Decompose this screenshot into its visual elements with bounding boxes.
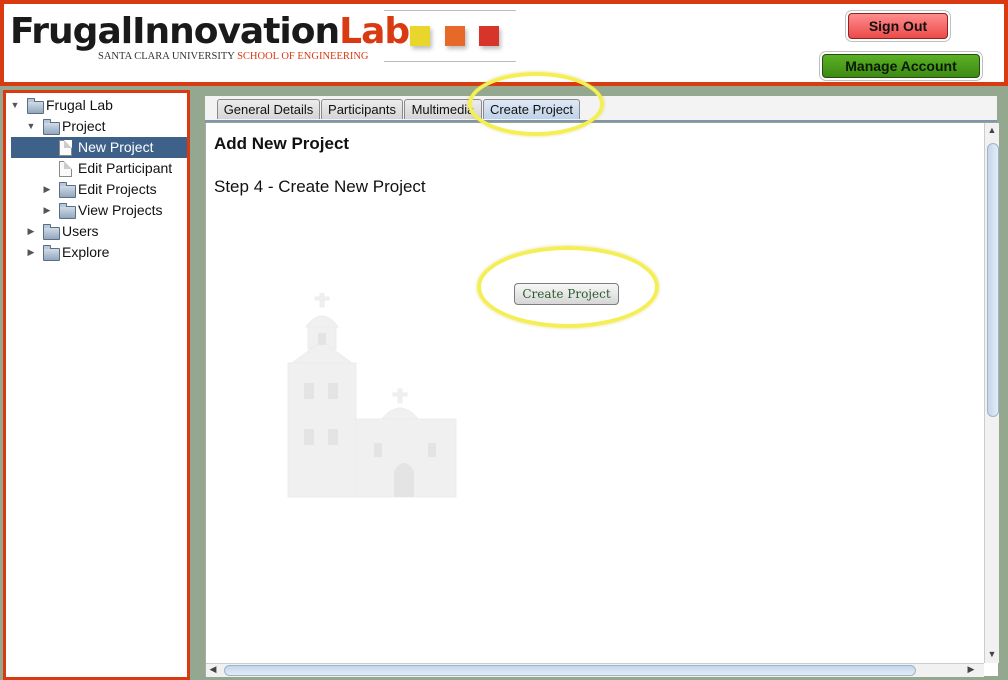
scroll-up-arrow-icon[interactable]: ▲ (985, 125, 999, 135)
folder-icon (27, 98, 44, 114)
page-title: Add New Project (214, 134, 350, 153)
color-swatches (384, 10, 516, 62)
tree-item-edit-participant[interactable]: Edit Participant (6, 158, 187, 179)
app-header: FrugalInnovationLab SANTA CLARA UNIVERSI… (0, 0, 1008, 86)
scroll-left-arrow-icon[interactable]: ◀ (206, 664, 220, 675)
folder-icon (43, 119, 60, 135)
tab-create-project[interactable]: Create Project (483, 99, 580, 119)
tree-item-label: Project (62, 118, 106, 134)
folder-icon (59, 203, 76, 219)
logo-text-main: FrugalInnovation (10, 11, 340, 52)
collapsed-arrow-icon[interactable]: ▶ (42, 179, 52, 200)
scroll-down-arrow-icon[interactable]: ▼ (985, 649, 999, 659)
scroll-right-arrow-icon[interactable]: ▶ (964, 664, 978, 675)
tab-general-details[interactable]: General Details (217, 99, 320, 119)
tree-item-label: View Projects (78, 202, 163, 218)
tree-item-explore[interactable]: ▶ Explore (6, 242, 187, 263)
tree-item-label: Explore (62, 244, 110, 260)
frugal-innovation-lab-logo: FrugalInnovationLab SANTA CLARA UNIVERSI… (10, 11, 410, 63)
tree-item-label: New Project (78, 139, 154, 155)
collapsed-arrow-icon[interactable]: ▶ (26, 242, 36, 263)
expanded-arrow-icon[interactable]: ▼ (10, 95, 20, 116)
collapsed-arrow-icon[interactable]: ▶ (42, 200, 52, 221)
expanded-arrow-icon[interactable]: ▼ (26, 116, 36, 137)
step-heading: Step 4 - Create New Project (214, 177, 426, 196)
yellow-swatch (410, 26, 430, 46)
horizontal-scrollbar[interactable]: ◀ ▶ (206, 663, 984, 677)
vertical-scrollbar[interactable]: ▲ ▼ (984, 123, 999, 663)
create-project-panel: Add New Project Step 4 - Create New Proj… (205, 123, 999, 677)
tab-participants[interactable]: Participants (321, 99, 403, 119)
document-icon (59, 140, 72, 156)
vertical-scroll-thumb[interactable] (987, 143, 999, 417)
tab-multimedia[interactable]: Multimedia (404, 99, 482, 119)
collapsed-arrow-icon[interactable]: ▶ (26, 221, 36, 242)
document-icon (59, 161, 72, 177)
logo-school: SCHOOL OF ENGINEERING (237, 51, 369, 62)
manage-account-button[interactable]: Manage Account (822, 54, 980, 78)
navigation-tree: ▼ Frugal Lab ▼ Project New Project Edit … (3, 90, 190, 680)
logo-university: SANTA CLARA UNIVERSITY (98, 51, 235, 62)
tree-item-new-project[interactable]: New Project (11, 137, 187, 158)
create-project-button[interactable]: Create Project (514, 283, 619, 305)
sign-out-button[interactable]: Sign Out (848, 13, 948, 39)
tree-item-label: Edit Participant (78, 160, 173, 176)
red-swatch (479, 26, 499, 46)
horizontal-scroll-thumb[interactable] (224, 665, 916, 676)
folder-icon (43, 224, 60, 240)
folder-icon (43, 245, 60, 261)
folder-icon (59, 182, 76, 198)
tree-item-edit-projects[interactable]: ▶ Edit Projects (6, 179, 187, 200)
tree-item-view-projects[interactable]: ▶ View Projects (6, 200, 187, 221)
tree-item-label: Frugal Lab (46, 97, 113, 113)
tree-item-label: Users (62, 223, 99, 239)
tree-item-project[interactable]: ▼ Project (6, 116, 187, 137)
tab-bar: General Details Participants Multimedia … (205, 96, 997, 122)
tree-item-frugal-lab[interactable]: ▼ Frugal Lab (6, 95, 187, 116)
orange-swatch (445, 26, 465, 46)
tree-item-users[interactable]: ▶ Users (6, 221, 187, 242)
mission-church-watermark-icon (287, 293, 457, 498)
tree-item-label: Edit Projects (78, 181, 157, 197)
